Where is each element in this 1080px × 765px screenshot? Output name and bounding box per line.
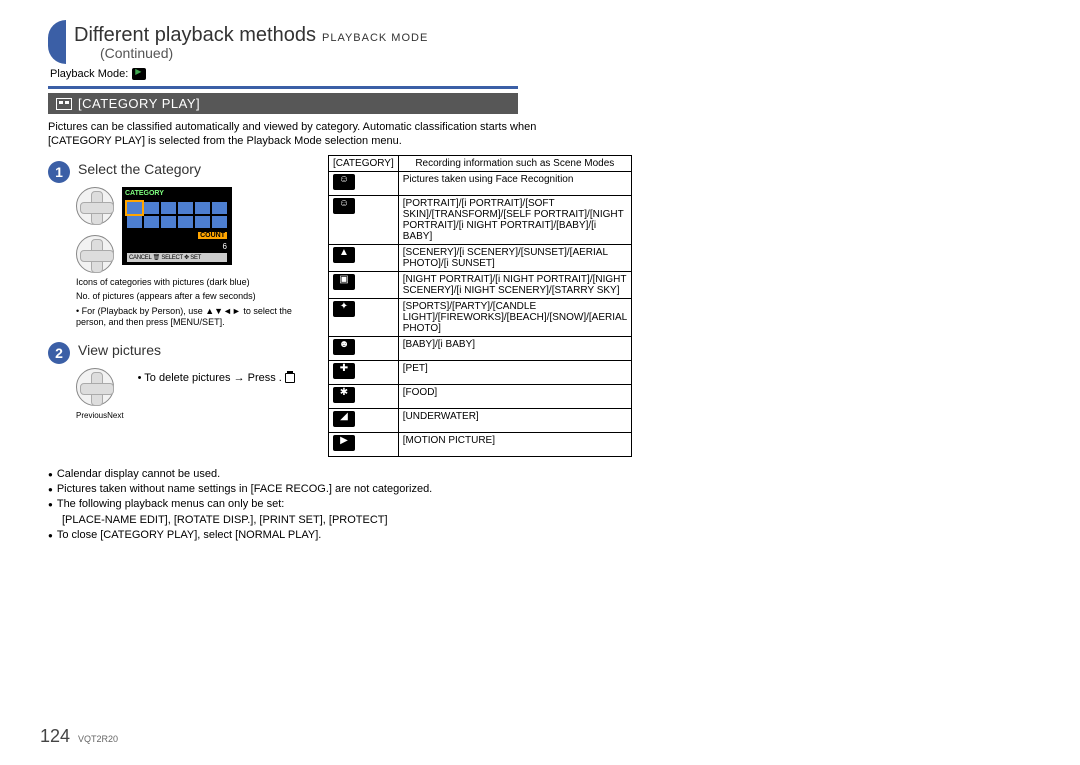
dpad-icon [76, 187, 114, 225]
note-icons: Icons of categories with pictures (dark … [76, 277, 308, 288]
delete-note: • To delete pictures → Press . [138, 372, 295, 385]
category-desc-cell: [SPORTS]/[PARTY]/[CANDLE LIGHT]/[FIREWOR… [398, 298, 631, 336]
bullet-3: The following playback menus can only be… [57, 497, 284, 512]
category-icon-cell [329, 360, 399, 384]
playback-mode-line: Playback Mode: [50, 68, 1040, 80]
category-table: [CATEGORY] Recording information such as… [328, 155, 632, 457]
intro-text: Pictures can be classified automatically… [48, 120, 548, 149]
baby-icon [333, 339, 355, 355]
table-row: [PET] [329, 360, 632, 384]
food-icon [333, 387, 355, 403]
category-desc-cell: [UNDERWATER] [398, 408, 631, 432]
step-1-title: Select the Category [78, 161, 201, 177]
category-desc-cell: [BABY]/[i BABY] [398, 336, 631, 360]
playback-mode-label: Playback Mode: [50, 68, 128, 80]
table-row: [PORTRAIT]/[i PORTRAIT]/[SOFT SKIN]/[TRA… [329, 195, 632, 244]
continued-label: (Continued) [100, 45, 428, 61]
pet-icon [333, 363, 355, 379]
notes-list: Calendar display cannot be used. Picture… [48, 467, 1040, 544]
under-icon [333, 411, 355, 427]
next-label: Next [107, 411, 123, 420]
category-desc-cell: [NIGHT PORTRAIT]/[i NIGHT PORTRAIT]/[NIG… [398, 271, 631, 298]
face-icon [333, 174, 355, 190]
section-title: [CATEGORY PLAY] [78, 96, 200, 111]
bullet-3-sub: [PLACE-NAME EDIT], [ROTATE DISP.], [PRIN… [62, 513, 1040, 528]
category-desc-cell: Pictures taken using Face Recognition [398, 171, 631, 195]
category-icon-cell [329, 408, 399, 432]
table-row: [SCENERY]/[i SCENERY]/[SUNSET]/[AERIAL P… [329, 244, 632, 271]
header-accent [48, 20, 66, 64]
step-2-badge: 2 [48, 342, 70, 364]
note-count: No. of pictures (appears after a few sec… [76, 291, 308, 302]
category-icon-cell [329, 244, 399, 271]
playback-mode-icon [132, 68, 146, 80]
dpad-icon-3 [76, 368, 114, 406]
section-rule [48, 86, 518, 89]
table-row: [SPORTS]/[PARTY]/[CANDLE LIGHT]/[FIREWOR… [329, 298, 632, 336]
previous-label: Previous [76, 411, 107, 420]
document-code: VQT2R20 [78, 734, 118, 744]
category-icon-cell [329, 298, 399, 336]
category-icon-cell [329, 195, 399, 244]
table-row: [NIGHT PORTRAIT]/[i NIGHT PORTRAIT]/[NIG… [329, 271, 632, 298]
dpad-icon-2 [76, 235, 114, 273]
page-number: 124 [40, 726, 70, 747]
table-row: [MOTION PICTURE] [329, 432, 632, 456]
sport-icon [333, 301, 355, 317]
scen-icon [333, 247, 355, 263]
table-header-category: [CATEGORY] [329, 155, 399, 171]
category-desc-cell: [PET] [398, 360, 631, 384]
night-icon [333, 274, 355, 290]
step-1-badge: 1 [48, 161, 70, 183]
category-desc-cell: [FOOD] [398, 384, 631, 408]
thumb-count-label: COUNT [198, 232, 227, 239]
bullet-1: Calendar display cannot be used. [57, 467, 220, 482]
title-text: Different playback methods [74, 24, 316, 47]
category-icon-cell [329, 271, 399, 298]
thumb-count-value: 6 [223, 242, 227, 251]
section-heading: [CATEGORY PLAY] [48, 93, 518, 114]
bullet-4: To close [CATEGORY PLAY], select [NORMAL… [57, 528, 322, 543]
note-playback-person: • For (Playback by Person), use ▲▼◄► to … [76, 306, 308, 328]
trash-icon [285, 373, 295, 383]
category-icon-cell [329, 171, 399, 195]
table-row: [UNDERWATER] [329, 408, 632, 432]
step-2-title: View pictures [78, 342, 161, 358]
port-icon [333, 198, 355, 214]
table-header-info: Recording information such as Scene Mode… [398, 155, 631, 171]
table-row: Pictures taken using Face Recognition [329, 171, 632, 195]
title-mode-tag: PLAYBACK MODE [322, 32, 428, 44]
category-icon-cell [329, 432, 399, 456]
category-desc-cell: [PORTRAIT]/[i PORTRAIT]/[SOFT SKIN]/[TRA… [398, 195, 631, 244]
category-icon [56, 98, 72, 110]
thumb-bottom-bar: CANCEL 🗑 SELECT ✥ SET [127, 253, 227, 262]
table-row: [FOOD] [329, 384, 632, 408]
category-desc-cell: [SCENERY]/[i SCENERY]/[SUNSET]/[AERIAL P… [398, 244, 631, 271]
category-icon-cell [329, 336, 399, 360]
motion-icon [333, 435, 355, 451]
page-title: Different playback methods PLAYBACK MODE [74, 24, 428, 47]
thumb-category-label: CATEGORY [125, 190, 164, 197]
bullet-2: Pictures taken without name settings in … [57, 482, 432, 497]
screen-preview: CATEGORY COUNT 6 CANCEL 🗑 SELECT ✥ SET [122, 187, 232, 265]
category-icon-cell [329, 384, 399, 408]
table-row: [BABY]/[i BABY] [329, 336, 632, 360]
category-desc-cell: [MOTION PICTURE] [398, 432, 631, 456]
